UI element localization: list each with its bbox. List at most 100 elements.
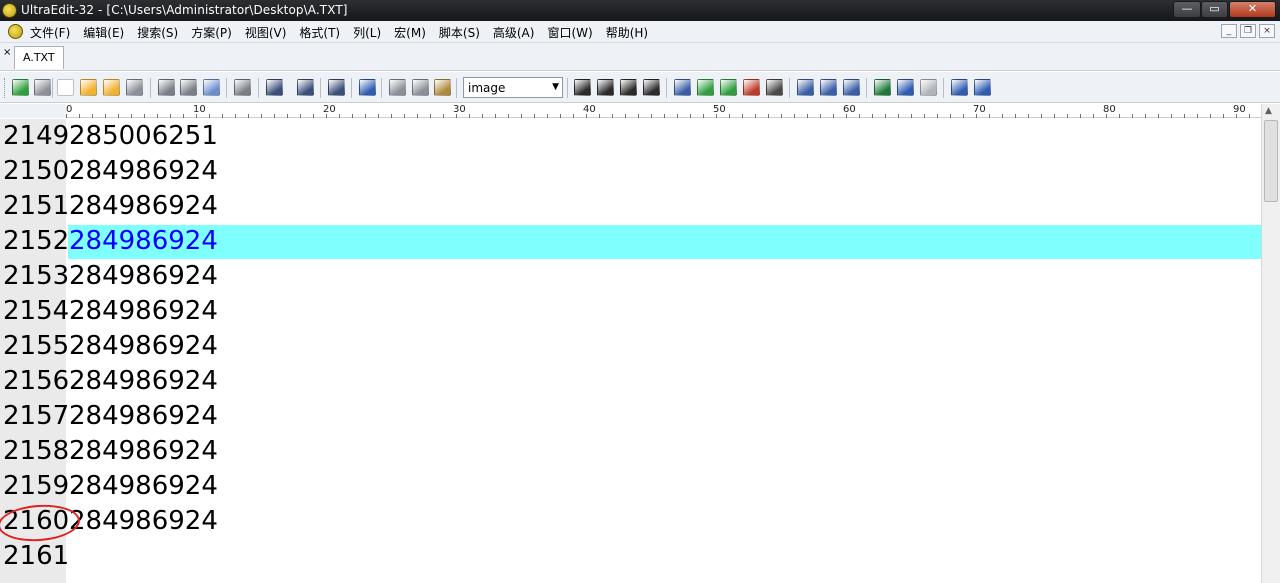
split-vertical-icon[interactable]: [820, 79, 837, 96]
cut-icon[interactable]: [389, 79, 406, 96]
editor-line[interactable]: 2154 284986924: [0, 294, 1261, 329]
find-prev-icon[interactable]: [720, 79, 737, 96]
menu-edit[interactable]: 编辑(E): [83, 24, 124, 41]
menu-format[interactable]: 格式(T): [299, 24, 340, 41]
line-number: 2159: [3, 471, 70, 501]
align-center-icon[interactable]: [597, 79, 614, 96]
line-text[interactable]: 284986924: [69, 189, 218, 224]
line-text[interactable]: 285006251: [69, 119, 218, 154]
split-horizontal-icon[interactable]: [797, 79, 814, 96]
scroll-up-icon[interactable]: ▲: [1265, 106, 1272, 116]
line-number: 2158: [3, 436, 70, 466]
save-icon[interactable]: [126, 79, 143, 96]
scrollbar-thumb[interactable]: [1264, 120, 1278, 202]
print-icon[interactable]: [158, 79, 175, 96]
find-in-files-icon[interactable]: [766, 79, 783, 96]
justify-icon[interactable]: [643, 79, 660, 96]
doc-minimize-button[interactable]: _: [1221, 24, 1237, 38]
current-line[interactable]: 2152 284986924: [0, 224, 1261, 259]
editor-line[interactable]: 2153 284986924: [0, 259, 1261, 294]
editor-line[interactable]: 2150 284986924: [0, 154, 1261, 189]
align-right-icon[interactable]: [620, 79, 637, 96]
line-text[interactable]: 284986924: [69, 259, 218, 294]
doc-close-button[interactable]: ×: [1259, 24, 1275, 38]
menu-search[interactable]: 搜索(S): [137, 24, 178, 41]
line-text[interactable]: 284986924: [69, 154, 218, 189]
chevron-down-icon[interactable]: ▼: [552, 82, 559, 92]
line-text[interactable]: 284986924: [69, 469, 218, 504]
menu-window[interactable]: 窗口(W): [547, 24, 592, 41]
editor-line[interactable]: 2151 284986924: [0, 189, 1261, 224]
close-tab-icon[interactable]: ×: [3, 47, 11, 58]
editor-line[interactable]: 2155 284986924: [0, 329, 1261, 364]
function-list-combo[interactable]: image ▼: [463, 77, 563, 98]
document-icon[interactable]: [920, 79, 937, 96]
toolbar-separator: [320, 78, 321, 98]
cascade-icon[interactable]: [843, 79, 860, 96]
browser-icon[interactable]: [359, 79, 376, 96]
line-text[interactable]: 284986924: [69, 224, 218, 259]
open-folder-icon[interactable]: [80, 79, 97, 96]
line-text[interactable]: 284986924: [69, 294, 218, 329]
menu-project[interactable]: 方案(P): [191, 24, 232, 41]
toolbar-separator: [381, 78, 382, 98]
forward-icon[interactable]: [34, 79, 51, 96]
editor-line[interactable]: 2158 284986924: [0, 434, 1261, 469]
print-preview-icon[interactable]: [180, 79, 197, 96]
toolbar-separator: [150, 78, 151, 98]
menu-macro[interactable]: 宏(M): [394, 24, 426, 41]
line-numbers-icon[interactable]: [297, 79, 314, 96]
text-editor[interactable]: 2149 285006251 2150 284986924 2151 28498692…: [0, 119, 1261, 583]
editor-line[interactable]: 2160 284986924: [0, 504, 1261, 539]
menu-column[interactable]: 列(L): [353, 24, 381, 41]
ruler-mark: 80: [1103, 104, 1116, 115]
help-icon[interactable]: [974, 79, 991, 96]
editor-line[interactable]: 2159 284986924: [0, 469, 1261, 504]
toolbar-grip[interactable]: [4, 78, 7, 98]
copy-icon[interactable]: [412, 79, 429, 96]
menu-script[interactable]: 脚本(S): [439, 24, 480, 41]
back-icon[interactable]: [12, 79, 29, 96]
replace-icon[interactable]: [743, 79, 760, 96]
menu-advanced[interactable]: 高级(A): [493, 24, 535, 41]
globe-icon[interactable]: [874, 79, 891, 96]
line-number: 2150: [3, 156, 70, 186]
ftp-icon[interactable]: [897, 79, 914, 96]
editor-line[interactable]: 2149 285006251: [0, 119, 1261, 154]
align-left-icon[interactable]: [574, 79, 591, 96]
word-wrap-icon[interactable]: [266, 79, 283, 96]
line-text[interactable]: 284986924: [69, 434, 218, 469]
line-text[interactable]: 284986924: [69, 504, 218, 539]
maximize-button[interactable]: ▭: [1201, 1, 1228, 18]
ruler-mark: 10: [193, 104, 206, 115]
new-file-icon[interactable]: [57, 79, 74, 96]
info-icon[interactable]: [951, 79, 968, 96]
ultraedit-app-icon[interactable]: [2, 3, 17, 18]
editor-line[interactable]: 2157 284986924: [0, 399, 1261, 434]
line-text[interactable]: 284986924: [69, 399, 218, 434]
line-text[interactable]: 284986924: [69, 364, 218, 399]
find-next-icon[interactable]: [697, 79, 714, 96]
close-button[interactable]: ✕: [1229, 1, 1276, 18]
editor-line[interactable]: 2161: [0, 539, 1261, 574]
toolbar-separator: [866, 78, 867, 98]
properties-icon[interactable]: [234, 79, 251, 96]
file-tab-a-txt[interactable]: A.TXT: [14, 46, 64, 69]
menu-view[interactable]: 视图(V): [245, 24, 287, 41]
line-text[interactable]: 284986924: [69, 329, 218, 364]
file-tab-strip: × A.TXT: [0, 43, 1280, 71]
document-menu-icon[interactable]: [8, 24, 23, 39]
vertical-scrollbar[interactable]: ▲: [1261, 104, 1280, 583]
minimize-button[interactable]: —: [1173, 1, 1201, 18]
menu-file[interactable]: 文件(F): [30, 24, 70, 41]
menu-help[interactable]: 帮助(H): [606, 24, 648, 41]
find-icon[interactable]: [674, 79, 691, 96]
open-recent-icon[interactable]: [103, 79, 120, 96]
editor-line[interactable]: 2156 284986924: [0, 364, 1261, 399]
paste-icon[interactable]: [434, 79, 451, 96]
doc-restore-button[interactable]: ❐: [1240, 24, 1256, 38]
hex-edit-icon[interactable]: [203, 79, 220, 96]
ruler-mark: 40: [583, 104, 596, 115]
toolbar-separator: [258, 78, 259, 98]
list-icon[interactable]: [328, 79, 345, 96]
